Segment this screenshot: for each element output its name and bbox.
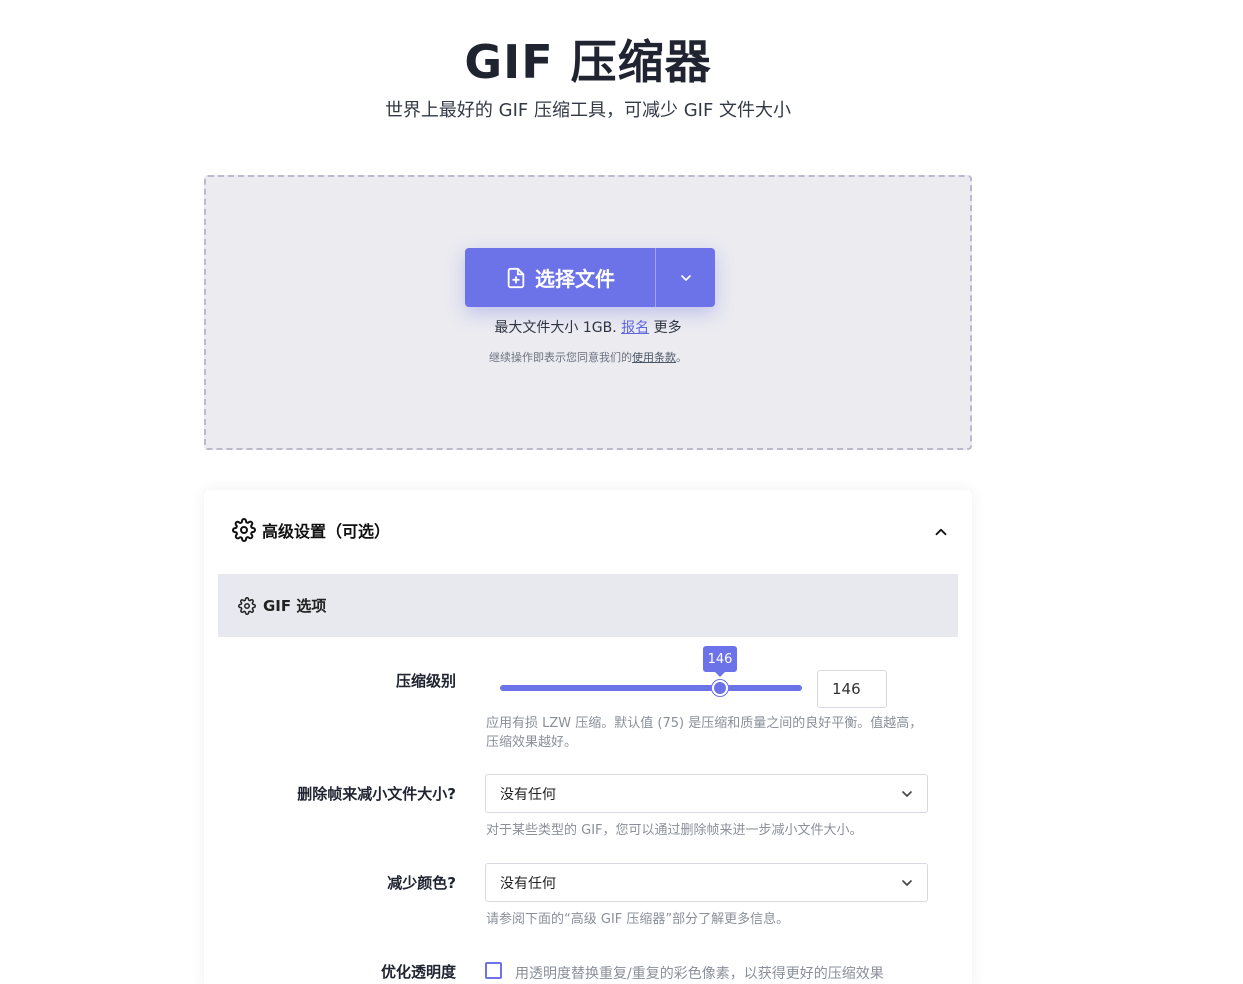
chevron-up-icon[interactable] bbox=[932, 523, 950, 541]
page-title: GIF 压缩器 bbox=[464, 35, 712, 89]
chevron-down-icon bbox=[680, 274, 691, 281]
drop-frames-value: 没有任何 bbox=[500, 786, 556, 803]
file-plus-icon bbox=[507, 267, 525, 288]
chevron-down-icon bbox=[902, 790, 912, 797]
compression-level-input[interactable] bbox=[817, 670, 887, 708]
reduce-colors-help: 请参阅下面的“高级 GIF 压缩器”部分了解更多信息。 bbox=[486, 912, 790, 927]
drop-frames-select[interactable]: 没有任何 bbox=[485, 774, 928, 813]
gif-options-title: GIF 选项 bbox=[263, 597, 327, 615]
drop-frames-label: 删除帧来减小文件大小? bbox=[297, 785, 456, 803]
reduce-colors-value: 没有任何 bbox=[500, 875, 556, 892]
chevron-down-icon bbox=[902, 879, 912, 886]
advanced-settings-title: 高级设置（可选） bbox=[262, 522, 391, 541]
choose-file-label: 选择文件 bbox=[535, 267, 615, 291]
page-subtitle: 世界上最好的 GIF 压缩工具，可减少 GIF 文件大小 bbox=[384, 100, 792, 121]
compression-slider-track[interactable] bbox=[500, 685, 802, 691]
max-size-note: 最大文件大小 1GB. 报名 更多 bbox=[206, 317, 970, 337]
terms-note: 继续操作即表示您同意我们的使用条款。 bbox=[206, 349, 970, 365]
gear-icon bbox=[232, 518, 256, 542]
choose-file-button[interactable]: 选择文件 bbox=[465, 248, 655, 307]
advanced-settings-card: 高级设置（可选） GIF 选项 压缩级别 146 应用有损 LZW 压缩。默认值… bbox=[204, 490, 972, 984]
file-dropzone[interactable]: 选择文件 最大文件大小 1GB. 报名 更多 继续操作即表示您同意我们的使用条款… bbox=[204, 175, 972, 450]
optimize-transparency-checkbox[interactable] bbox=[485, 962, 502, 979]
gear-icon bbox=[238, 596, 256, 615]
compression-slider-thumb[interactable] bbox=[712, 680, 728, 696]
compression-slider-tooltip: 146 bbox=[703, 646, 737, 677]
terms-link[interactable]: 使用条款 bbox=[632, 351, 676, 364]
upload-button-group: 选择文件 bbox=[465, 248, 715, 307]
compression-level-label: 压缩级别 bbox=[395, 672, 456, 690]
signup-link[interactable]: 报名 bbox=[621, 320, 649, 336]
reduce-colors-select[interactable]: 没有任何 bbox=[485, 863, 928, 902]
drop-frames-help: 对于某些类型的 GIF，您可以通过删除帧来进一步减小文件大小。 bbox=[486, 823, 863, 838]
more-text: 更多 bbox=[653, 320, 682, 336]
reduce-colors-label: 减少颜色? bbox=[387, 874, 456, 892]
compression-help: 应用有损 LZW 压缩。默认值 (75) 是压缩和质量之间的良好平衡。值越高，压… bbox=[486, 716, 923, 750]
max-size-text: 最大文件大小 1GB. bbox=[494, 320, 617, 336]
upload-source-dropdown[interactable] bbox=[655, 248, 715, 307]
advanced-settings-header[interactable]: 高级设置（可选） bbox=[232, 518, 390, 542]
optimize-transparency-description: 用透明度替换重复/重复的彩色像素，以获得更好的压缩效果 bbox=[515, 966, 884, 982]
gif-options-section: GIF 选项 bbox=[218, 574, 958, 637]
terms-suffix: 。 bbox=[676, 351, 687, 364]
optimize-transparency-label: 优化透明度 bbox=[380, 963, 456, 981]
terms-prefix: 继续操作即表示您同意我们的 bbox=[489, 351, 632, 364]
